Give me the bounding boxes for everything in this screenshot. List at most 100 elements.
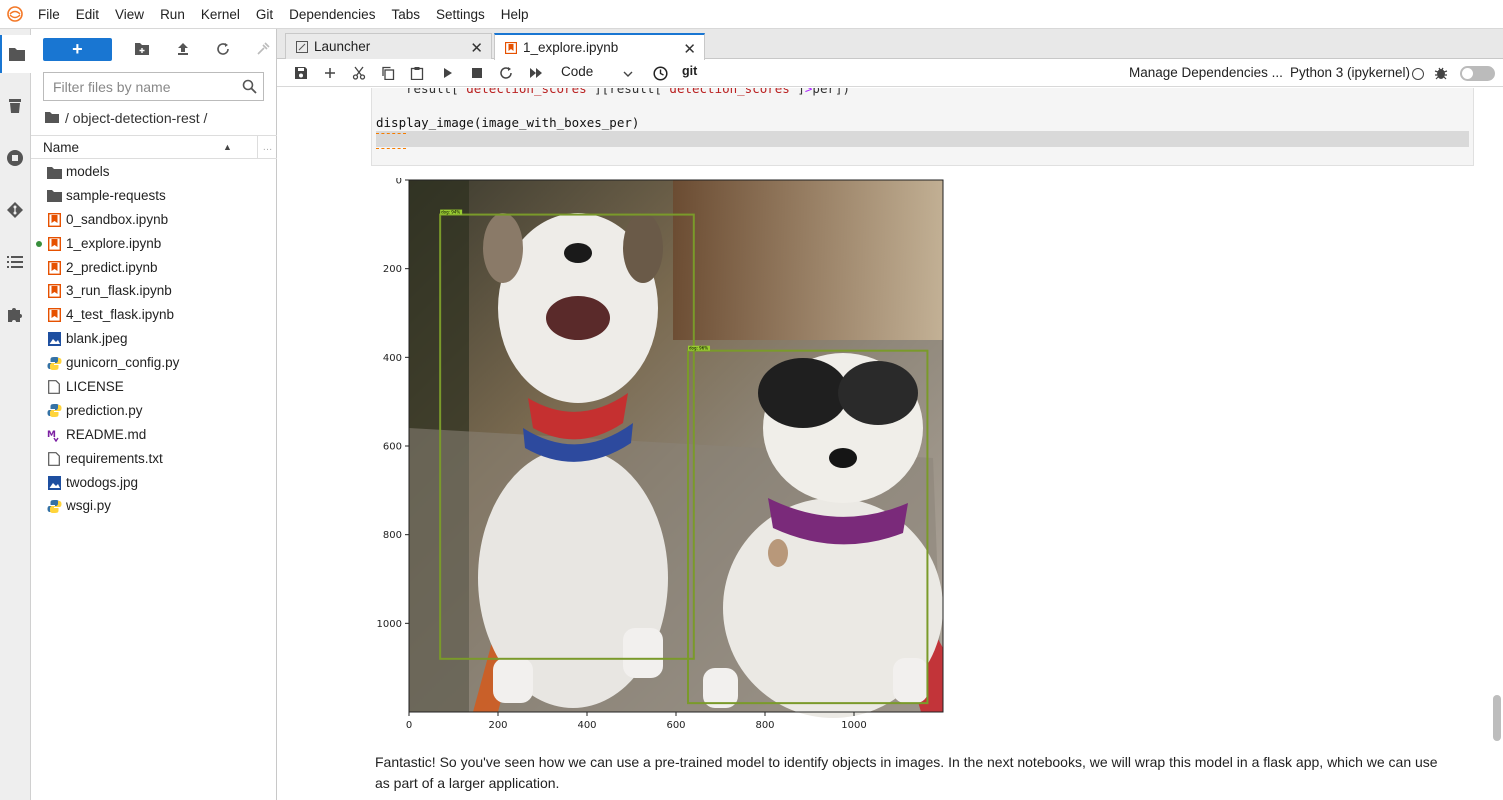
manage-dependencies-button[interactable]: Manage Dependencies ... — [1129, 65, 1283, 80]
code-token: result[ — [406, 88, 459, 96]
kernel-name[interactable]: Python 3 (ipykernel) — [1290, 65, 1410, 80]
running-indicator — [36, 240, 42, 247]
close-icon[interactable]: ✕ — [470, 39, 483, 57]
folder-icon[interactable] — [0, 35, 31, 73]
menu-settings[interactable]: Settings — [428, 7, 493, 22]
file-item-label: LICENSE — [66, 379, 124, 395]
more-columns-icon[interactable]: … — [257, 136, 277, 158]
file-filter-input[interactable] — [53, 78, 238, 95]
file-item[interactable]: 2_predict.ipynb — [31, 256, 277, 280]
menu-dependencies[interactable]: Dependencies — [281, 7, 383, 22]
image-plot: dog: 94% dog: 96% 0 200 400 600 800 1000 0 200 40… — [377, 176, 944, 731]
file-item-label: 0_sandbox.ipynb — [66, 211, 169, 227]
git-button[interactable]: git — [682, 64, 697, 78]
menu-edit[interactable]: Edit — [68, 7, 107, 22]
fast-forward-icon[interactable] — [527, 64, 545, 82]
x-tick-label: 1000 — [841, 720, 866, 731]
markdown-icon: M — [46, 427, 62, 443]
file-item[interactable]: twodogs.jpg — [31, 471, 277, 495]
save-icon[interactable] — [292, 64, 310, 82]
add-cell-icon[interactable] — [321, 64, 339, 82]
file-item-label: requirements.txt — [66, 450, 163, 466]
copy-icon[interactable] — [379, 64, 397, 82]
x-tick-label: 0 — [406, 720, 412, 731]
breadcrumb: / object-detection-rest / — [45, 109, 207, 127]
chevron-down-icon[interactable] — [623, 66, 633, 81]
run-icon[interactable] — [439, 64, 457, 82]
y-tick-label: 400 — [383, 353, 402, 364]
notebook-icon — [46, 283, 62, 299]
file-item[interactable]: models — [31, 160, 277, 184]
menu-kernel[interactable]: Kernel — [193, 7, 248, 22]
file-item-label: blank.jpeg — [66, 331, 128, 347]
active-line-highlight — [376, 131, 1469, 147]
upload-icon[interactable] — [173, 39, 192, 59]
cut-icon[interactable] — [350, 64, 368, 82]
file-icon — [46, 379, 62, 395]
file-item-label: 3_run_flask.ipynb — [66, 283, 172, 299]
column-name[interactable]: Name — [43, 140, 223, 155]
close-icon[interactable]: ✕ — [683, 40, 696, 58]
file-item-label: models — [66, 164, 110, 179]
paste-icon[interactable] — [408, 64, 426, 82]
menu-help[interactable]: Help — [493, 7, 537, 22]
debugger-icon[interactable] — [1432, 64, 1450, 82]
new-folder-icon[interactable] — [133, 39, 152, 59]
breadcrumb-path[interactable]: / object-detection-rest / — [65, 110, 207, 126]
jupyter-logo-icon — [0, 0, 30, 29]
file-item-label: 4_test_flask.ipynb — [66, 307, 175, 323]
notebook-icon — [46, 212, 62, 228]
menu-run[interactable]: Run — [152, 7, 193, 22]
menu-tabs[interactable]: Tabs — [383, 7, 428, 22]
file-item[interactable]: 0_sandbox.ipynb — [31, 208, 277, 232]
file-item[interactable]: M README.md — [31, 423, 277, 447]
extension-icon[interactable] — [5, 304, 25, 324]
sort-ascending-icon[interactable]: ▲ — [223, 142, 243, 152]
tab-bar: Launcher ✕ 1_explore.ipynb ✕ — [277, 29, 1503, 60]
file-item[interactable]: requirements.txt — [31, 447, 277, 471]
file-item[interactable]: 3_run_flask.ipynb — [31, 279, 277, 303]
image-icon — [46, 331, 62, 347]
menu-git[interactable]: Git — [248, 7, 281, 22]
restart-icon[interactable] — [497, 64, 515, 82]
clear-filter-icon[interactable] — [254, 39, 273, 59]
file-item[interactable]: prediction.py — [31, 399, 277, 423]
tab-label: Launcher — [314, 39, 371, 54]
code-token: 'detection_scores' — [458, 88, 595, 96]
file-item[interactable]: wsgi.py — [31, 494, 277, 518]
debugger-toggle[interactable] — [1460, 66, 1495, 81]
file-browser: + / object-detection-rest / Name ▲ … mod… — [31, 29, 277, 800]
stop-icon[interactable] — [468, 64, 486, 82]
tab-1-explore[interactable]: 1_explore.ipynb ✕ — [494, 33, 705, 60]
trash-icon[interactable] — [5, 95, 25, 115]
detection-label: dog: 94% — [441, 210, 460, 215]
clock-icon[interactable] — [651, 64, 669, 82]
file-item[interactable]: 4_test_flask.ipynb — [31, 303, 277, 327]
cell-type-select[interactable]: Code — [561, 64, 593, 79]
home-folder-icon[interactable] — [45, 110, 59, 126]
code-cell[interactable]: result['detection_scores'][result['detec… — [371, 88, 1474, 166]
notebook-icon — [505, 41, 517, 54]
file-item[interactable]: blank.jpeg — [31, 327, 277, 351]
markdown-cell[interactable]: Fantastic! So you've seen how we can use… — [375, 752, 1455, 794]
file-item-label: README.md — [66, 426, 147, 442]
new-launcher-button[interactable]: + — [43, 37, 112, 61]
file-item[interactable]: LICENSE — [31, 375, 277, 399]
file-item[interactable]: gunicorn_config.py — [31, 351, 277, 375]
file-item[interactable]: sample-requests — [31, 184, 277, 208]
code-line: display_image(image_with_boxes_per) — [376, 115, 640, 130]
file-item[interactable]: 1_explore.ipynb — [31, 232, 277, 256]
scrollbar-thumb[interactable] — [1493, 695, 1501, 741]
python-icon — [46, 355, 62, 371]
file-item-label: gunicorn_config.py — [66, 355, 180, 371]
running-icon[interactable] — [5, 148, 25, 168]
notebook-icon — [46, 236, 62, 252]
code-line: result['detection_scores'][result['detec… — [406, 88, 850, 96]
git-icon[interactable] — [5, 200, 25, 220]
toc-icon[interactable] — [5, 252, 25, 272]
refresh-icon[interactable] — [213, 39, 232, 59]
menu-view[interactable]: View — [107, 7, 152, 22]
dog-photo — [409, 180, 943, 718]
tab-launcher[interactable]: Launcher ✕ — [285, 33, 492, 59]
menu-file[interactable]: File — [30, 7, 68, 22]
